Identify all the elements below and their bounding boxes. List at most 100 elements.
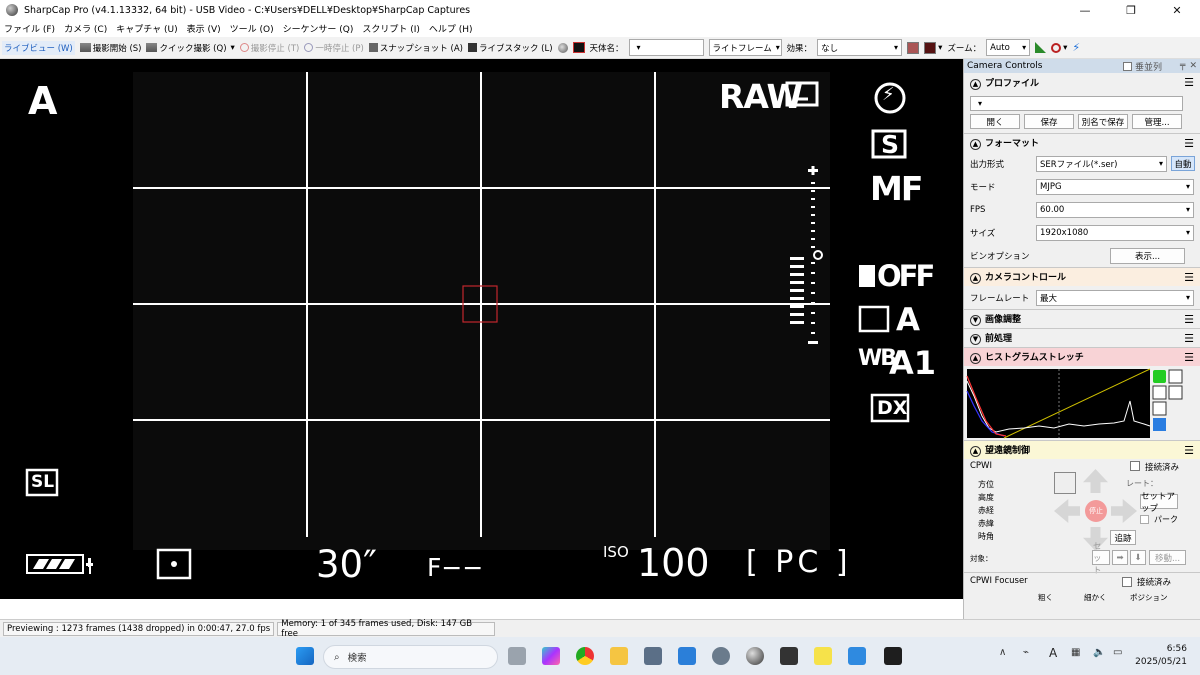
menu-icon[interactable]: ☰ — [1184, 137, 1194, 150]
histogram-section-header[interactable]: ▲ ヒストグラムストレッチ ☰ — [964, 347, 1200, 366]
task-view-icon[interactable] — [508, 647, 526, 665]
save-as-profile-button[interactable]: 別名で保存 — [1078, 114, 1128, 129]
snapshot-button[interactable]: スナップショット (A) — [368, 42, 463, 54]
chevron-down-icon: ▼ — [970, 315, 981, 326]
size-select[interactable]: 1920x1080 — [1036, 224, 1194, 241]
taskbar: ∧ ⌁ A ▦ 🔈 ▭ — [0, 637, 1200, 675]
stellarium-icon[interactable] — [848, 647, 866, 665]
chevron-up-icon[interactable]: ∧ — [999, 647, 1011, 665]
calendar-icon[interactable]: ▦ — [1071, 647, 1085, 665]
manage-profile-button[interactable]: 管理... — [1132, 114, 1182, 129]
stop-button[interactable]: 停止 — [1085, 500, 1107, 522]
moon-icon[interactable] — [557, 42, 568, 53]
mount-connected-checkbox[interactable] — [1130, 461, 1140, 471]
camera-app-icon[interactable] — [644, 647, 662, 665]
taskbar-clock[interactable]: 6:56 2025/05/21 — [1135, 643, 1187, 669]
menu-icon[interactable]: ☰ — [1184, 332, 1194, 345]
menu-tools[interactable]: ツール (O) — [230, 22, 274, 35]
menu-scripting[interactable]: スクリプト (I) — [362, 22, 420, 35]
track-button[interactable]: 追跡 — [1110, 530, 1136, 545]
photos-icon[interactable] — [678, 647, 696, 665]
menu-icon[interactable]: ☰ — [1184, 271, 1194, 284]
telescope-section-header[interactable]: ▲ 望遠鏡制御 ☰ — [964, 440, 1200, 459]
dark-frame-icon[interactable] — [572, 42, 585, 53]
target-name-select[interactable] — [628, 39, 704, 56]
image-adjust-section-header[interactable]: ▼ 画像調整 ☰ — [964, 309, 1200, 328]
menu-icon[interactable]: ☰ — [1184, 444, 1194, 457]
terminal-icon[interactable] — [884, 647, 902, 665]
frame-type-select[interactable]: ライトフレーム — [708, 39, 782, 56]
focus-aid-icon[interactable]: ▾ — [924, 41, 942, 54]
sharpcap-taskbar-icon[interactable] — [746, 647, 764, 665]
arrow-left-icon[interactable] — [1054, 499, 1080, 523]
goto-arrow-button[interactable]: ➡ — [1112, 550, 1128, 565]
sticky-notes-icon[interactable] — [814, 647, 832, 665]
setup-button[interactable]: セットアップ — [1140, 492, 1178, 514]
cpwi-icon[interactable] — [780, 647, 798, 665]
live-stack-button[interactable]: ライブスタック (L) — [467, 42, 553, 54]
mode-select[interactable]: MJPG — [1036, 178, 1194, 195]
mount-connected-label: 接続済み — [1145, 463, 1180, 473]
live-preview-viewer[interactable]: A RAW ⚡ S MF OFF A WB A1 DX SL 30″ F−− I… — [0, 59, 963, 599]
chevron-down-icon[interactable]: ▾ — [231, 43, 235, 53]
open-profile-button[interactable]: 開く — [970, 114, 1020, 129]
minimize-button[interactable]: — — [1062, 0, 1108, 20]
effect-select[interactable]: なし — [817, 39, 903, 56]
white-balance-value: A1 — [889, 344, 937, 382]
battery-tray-icon[interactable]: ▭ — [1113, 647, 1127, 665]
preprocess-section-header[interactable]: ▼ 前処理 ☰ — [964, 328, 1200, 347]
settings-icon[interactable] — [712, 647, 730, 665]
format-section-header[interactable]: ▲ フォーマット ☰ — [964, 133, 1200, 152]
file-explorer-icon[interactable] — [610, 647, 628, 665]
lightning-icon[interactable]: ⚡ — [1072, 41, 1080, 54]
menu-icon[interactable]: ☰ — [1184, 313, 1194, 326]
camera-control-section-header[interactable]: ▲ カメラコントロール ☰ — [964, 267, 1200, 286]
focuser-connected-checkbox[interactable] — [1122, 577, 1132, 587]
chrome-icon[interactable] — [576, 647, 594, 665]
arrow-up-icon[interactable] — [1083, 469, 1108, 493]
set-button[interactable]: セット — [1092, 542, 1110, 576]
search-star-icon[interactable]: ▾ — [1051, 42, 1067, 53]
arrow-right-icon[interactable] — [1111, 499, 1137, 523]
live-view-button[interactable]: ライブビュー (W) — [2, 40, 75, 55]
menu-icon[interactable]: ☰ — [1184, 351, 1194, 364]
close-panel-icon[interactable]: ✕ — [1189, 61, 1197, 71]
quick-capture-button[interactable]: クイック撮影 (Q) ▾ — [146, 42, 235, 54]
histogram-chart[interactable] — [964, 366, 1200, 440]
menu-sequencer[interactable]: シーケンサー (Q) — [283, 22, 354, 35]
menu-camera[interactable]: カメラ (C) — [64, 22, 107, 35]
profile-select[interactable] — [970, 95, 1183, 111]
menu-capture[interactable]: キャプチャ (U) — [116, 22, 177, 35]
menu-file[interactable]: ファイル (F) — [4, 22, 55, 35]
maximize-button[interactable]: ❐ — [1108, 0, 1154, 20]
volume-icon[interactable]: 🔈 — [1093, 647, 1107, 665]
save-profile-button[interactable]: 保存 — [1024, 114, 1074, 129]
menu-help[interactable]: ヘルプ (H) — [429, 22, 473, 35]
close-button[interactable]: ✕ — [1154, 0, 1200, 20]
profile-section-header[interactable]: ▲ プロファイル ☰ — [964, 73, 1200, 92]
binning-show-button[interactable]: 表示... — [1110, 247, 1185, 264]
auto-button[interactable]: 自動 — [1171, 156, 1195, 171]
goto-down-button[interactable]: ⬇ — [1130, 550, 1146, 565]
reticle-icon[interactable] — [907, 41, 920, 54]
home-button[interactable] — [1054, 472, 1076, 494]
park-checkbox[interactable] — [1140, 515, 1149, 524]
taskbar-search[interactable]: ⌕ 検索 — [323, 645, 498, 669]
start-capture-button[interactable]: 撮影開始 (S) — [79, 42, 141, 54]
windows-start-icon[interactable] — [296, 647, 314, 665]
copilot-icon[interactable] — [542, 647, 560, 665]
histogram-icon[interactable] — [1035, 42, 1047, 53]
output-format-select[interactable]: SERファイル(*.ser) — [1036, 155, 1167, 172]
fps-select[interactable]: 60.00 — [1036, 201, 1194, 218]
pin-icon[interactable]: ╤ — [1180, 61, 1185, 71]
menu-icon[interactable]: ☰ — [1184, 76, 1194, 89]
pause-button[interactable]: 一時停止 (P) — [304, 42, 364, 54]
zoom-select[interactable]: Auto — [986, 39, 1031, 56]
tile-checkbox[interactable] — [1123, 61, 1133, 71]
ime-indicator[interactable]: A — [1049, 646, 1061, 664]
stop-capture-button[interactable]: 撮影停止 (T) — [239, 42, 299, 54]
network-icon[interactable]: ⌁ — [1023, 647, 1037, 665]
menu-view[interactable]: 表示 (V) — [187, 22, 221, 35]
framerate-select[interactable]: 最大 — [1036, 289, 1194, 306]
move-button[interactable]: 移動... — [1149, 550, 1186, 565]
